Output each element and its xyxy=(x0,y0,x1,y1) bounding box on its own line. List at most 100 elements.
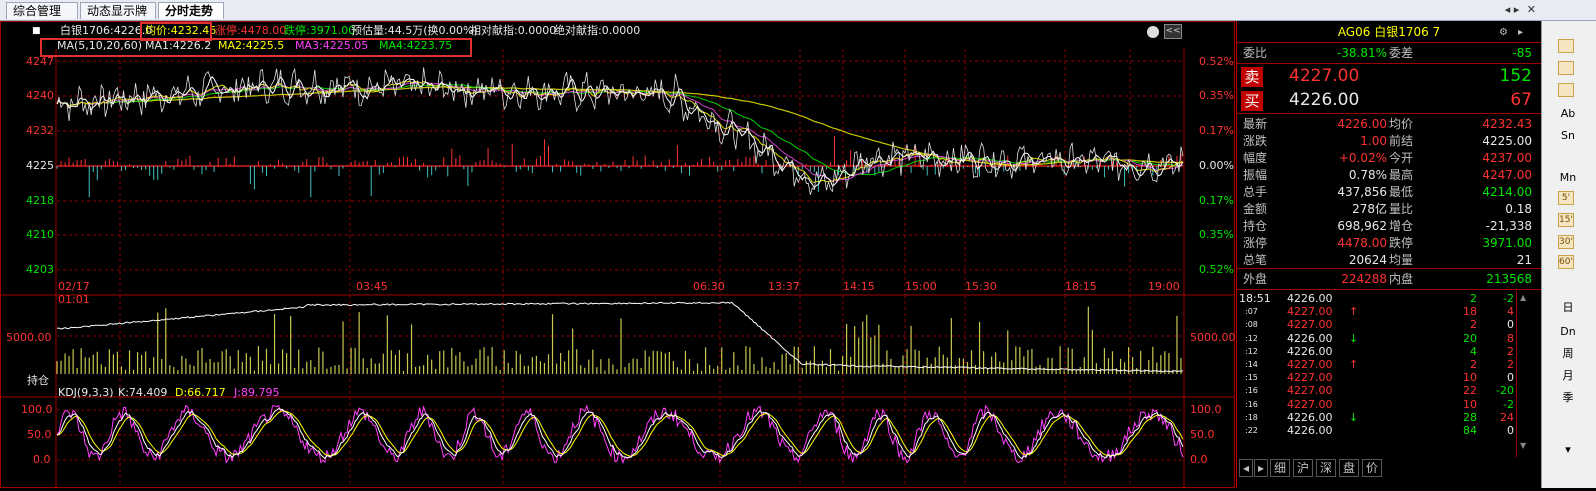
header-limit-down: 跌停:3971.00 xyxy=(284,24,356,37)
period-button-9[interactable]: 周 xyxy=(1556,345,1580,363)
stat-label: 前结 xyxy=(1389,134,1414,148)
stat-label: 振幅 xyxy=(1243,168,1268,182)
tick-row[interactable]: :16 4227.00 10 -2 xyxy=(1237,398,1541,411)
stat-label: 最低 xyxy=(1389,185,1414,199)
kdj-tick-left: 100.0 xyxy=(21,403,53,416)
quote-title: AG06 白银1706 7 xyxy=(1337,25,1441,39)
header-estimate: 预估量:44.5万(换0.00%) xyxy=(351,24,478,37)
price-tick: 4247 xyxy=(26,55,54,68)
scroll-down-icon[interactable]: ▼ xyxy=(1520,441,1526,450)
period-button-2[interactable]: Mn xyxy=(1556,169,1580,187)
kdj-tick-right: 0.0 xyxy=(1190,453,1208,466)
quote-stat-row: 涨跌 1.00 前结 4225.00 xyxy=(1237,133,1541,150)
period-button-0[interactable]: Ab xyxy=(1556,105,1580,123)
close-icon[interactable]: ✕ xyxy=(1527,3,1536,16)
scroll-up-icon[interactable]: ▲ xyxy=(1520,293,1526,302)
tick-row[interactable]: :08 4227.00 2 0 xyxy=(1237,318,1541,331)
sell-price: 4227.00 xyxy=(1289,66,1360,86)
quote-expand-icon[interactable]: ▸ xyxy=(1518,24,1523,41)
tab-pankou[interactable]: 盘 xyxy=(1339,459,1360,477)
tick-row[interactable]: :14 4227.00 ↑ 2 2 xyxy=(1237,358,1541,371)
tick-row[interactable]: :07 4227.00 ↑ 18 4 xyxy=(1237,305,1541,318)
tab-detail[interactable]: 细 xyxy=(1270,459,1291,477)
quote-stat-row: 振幅 0.78% 最高 4247.00 xyxy=(1237,167,1541,184)
stat-label: 均价 xyxy=(1389,117,1414,131)
tick-time: :14 xyxy=(1245,360,1258,369)
tick-qty: 84 xyxy=(1463,424,1477,437)
tick-arrow-icon: ↑ xyxy=(1349,358,1359,371)
tick-price: 4226.00 xyxy=(1287,331,1333,345)
chart-area[interactable] xyxy=(0,21,1235,488)
period-button-11[interactable]: 季 xyxy=(1556,389,1580,407)
time-tick: 03:45 xyxy=(356,280,388,293)
avg-price-line xyxy=(56,86,1184,167)
ma-highlight-box xyxy=(40,38,472,57)
tick-row[interactable]: :18 4226.00 ↓ 28 24 xyxy=(1237,411,1541,424)
scroll-right-icon[interactable]: ▸ xyxy=(1514,3,1520,16)
nav-right-icon[interactable]: ▸ xyxy=(1254,459,1269,477)
tick-arrow-icon: ↑ xyxy=(1349,305,1359,319)
period-button-8[interactable]: Dn xyxy=(1556,323,1580,341)
layout-icon[interactable] xyxy=(1558,39,1574,53)
weibi-value: -38.81% xyxy=(1336,46,1387,60)
tick-qty: 28 xyxy=(1463,410,1477,424)
quote-stat-row: 涨停 4478.00 跌停 3971.00 xyxy=(1237,235,1541,252)
tab-dynamic-board[interactable]: 动态显示牌 xyxy=(80,2,156,19)
tab-time-share[interactable]: 分时走势 xyxy=(158,2,224,19)
tab-comprehensive[interactable]: 综合管理 xyxy=(6,2,78,19)
pct-tick: 0.17% xyxy=(1199,194,1234,207)
tick-arrow-icon: ↓ xyxy=(1349,331,1359,345)
pct-tick: 0.35% xyxy=(1199,228,1234,241)
volume-bars xyxy=(56,306,1182,374)
quote-settings-icon[interactable]: ⚙ xyxy=(1499,24,1508,41)
clock-icon[interactable] xyxy=(1147,26,1159,38)
period-button-10[interactable]: 月 xyxy=(1556,367,1580,385)
tick-price: 4226.00 xyxy=(1287,424,1333,437)
buy-qty: 67 xyxy=(1510,90,1532,110)
inner-label: 内盘 xyxy=(1389,272,1414,286)
tick-row[interactable]: :15 4227.00 10 0 xyxy=(1237,371,1541,384)
volume-tick-right: 5000.00 xyxy=(1190,331,1236,344)
toolbar-scroll-icon[interactable]: ▾ xyxy=(1556,441,1580,459)
quote-stat-row: 总手 437,856 最低 4214.00 xyxy=(1237,184,1541,201)
tick-qty: 2 xyxy=(1470,292,1477,305)
period-button-3[interactable]: 5' xyxy=(1558,191,1574,205)
tick-row[interactable]: :16 4227.00 22 -20 xyxy=(1237,384,1541,397)
tick-row[interactable]: 18:51 4226.00 2 -2 xyxy=(1237,292,1541,305)
quote-stat-row: 总笔 20624 均量 21 xyxy=(1237,252,1541,269)
chart-mode-icon[interactable] xyxy=(1558,61,1574,75)
tick-time: 18:51 xyxy=(1239,292,1271,305)
tick-price: 4227.00 xyxy=(1287,371,1333,385)
tick-row[interactable]: :12 4226.00 ↓ 20 8 xyxy=(1237,332,1541,345)
period-button-5[interactable]: 30' xyxy=(1558,235,1574,249)
stat-value: 4478.00 xyxy=(1337,236,1387,250)
tick-qty: 20 xyxy=(1463,331,1477,345)
tab-shenzhen[interactable]: 深 xyxy=(1316,459,1337,477)
collapse-button[interactable]: << xyxy=(1164,24,1182,39)
tick-row[interactable]: :12 4226.00 4 2 xyxy=(1237,345,1541,358)
tick-delta: -2 xyxy=(1503,292,1514,305)
tick-row[interactable]: :22 4226.00 84 0 xyxy=(1237,424,1541,437)
period-button-4[interactable]: 15' xyxy=(1558,213,1574,227)
stat-label: 总笔 xyxy=(1243,253,1268,267)
time-tick: 15:00 xyxy=(905,280,937,293)
window-controls: ◂ ▸ ✕ xyxy=(1505,3,1536,16)
tick-delta: 0 xyxy=(1507,371,1514,385)
period-button-6[interactable]: 60' xyxy=(1558,255,1574,269)
scroll-left-icon[interactable]: ◂ xyxy=(1505,3,1511,16)
period-button-7[interactable]: 日 xyxy=(1556,299,1580,317)
draw-tool-icon[interactable] xyxy=(1558,83,1574,97)
period-button-1[interactable]: Sn xyxy=(1556,127,1580,145)
tick-qty: 22 xyxy=(1463,384,1477,398)
tab-shanghai[interactable]: 沪 xyxy=(1293,459,1314,477)
tab-price[interactable]: 价 xyxy=(1362,459,1383,477)
stat-label: 持仓 xyxy=(1243,219,1268,233)
chart-canvas[interactable] xyxy=(0,21,1235,488)
tick-arrow-icon: ↓ xyxy=(1349,410,1359,424)
nav-left-icon[interactable]: ◂ xyxy=(1239,459,1254,477)
stat-label: 跌停 xyxy=(1389,236,1414,250)
tick-scrollbar[interactable]: ▲ ▼ xyxy=(1518,293,1530,457)
buy-row: 买 4226.00 67 xyxy=(1237,89,1541,111)
kdj-d: D:66.717 xyxy=(175,386,226,399)
kdj-j: J:89.795 xyxy=(234,386,280,399)
